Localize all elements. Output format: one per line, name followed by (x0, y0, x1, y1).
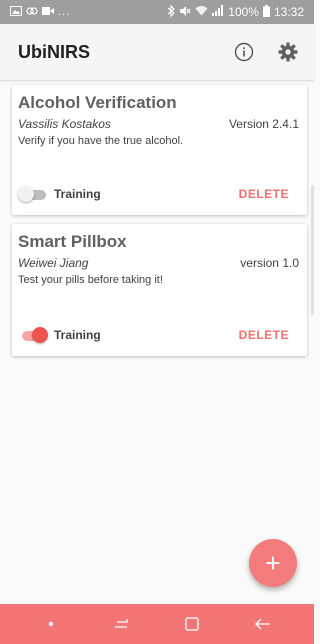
training-switch[interactable] (18, 327, 48, 343)
battery-icon (262, 4, 270, 20)
scroll-indicator (311, 185, 314, 315)
card-meta: Weiwei Jiang version 1.0 (18, 256, 299, 270)
add-app-fab[interactable]: + (249, 539, 297, 587)
switch-knob (18, 186, 34, 202)
card-meta: Vassilis Kostakos Version 2.4.1 (18, 117, 299, 131)
plus-icon: + (265, 547, 281, 578)
status-time: 13:32 (273, 5, 304, 19)
card-description: Test your pills before taking it! (18, 274, 163, 286)
app-title: UbiNIRS (18, 41, 90, 62)
delete-button[interactable]: DELETE (237, 326, 299, 344)
app-card-smart-pillbox[interactable]: Smart Pillbox Weiwei Jiang version 1.0 T… (12, 224, 307, 356)
status-bar-left: ... (10, 5, 71, 19)
battery-percent: 100% (228, 5, 259, 19)
info-icon[interactable] (232, 40, 256, 64)
app-bar-actions (232, 40, 300, 64)
training-label: Training (54, 187, 101, 201)
card-title: Alcohol Verification (18, 93, 177, 112)
training-toggle[interactable]: Training (18, 186, 101, 202)
app-bar: UbiNIRS (0, 24, 314, 80)
recent-apps-icon[interactable] (102, 604, 142, 644)
wifi-icon (195, 5, 208, 19)
card-author: Weiwei Jiang (18, 256, 89, 270)
bluetooth-icon (167, 4, 176, 20)
card-version: Version 2.4.1 (228, 117, 299, 131)
link-icon (26, 6, 38, 19)
card-description: Verify if you have the true alcohol. (18, 135, 184, 147)
settings-gear-icon[interactable] (276, 40, 300, 64)
status-overflow: ... (58, 6, 71, 18)
switch-knob (32, 327, 48, 343)
home-icon[interactable] (172, 604, 212, 644)
status-bar-right: 100% 13:32 (167, 4, 304, 20)
training-toggle[interactable]: Training (18, 327, 101, 343)
app-card-alcohol-verification[interactable]: Alcohol Verification Vassilis Kostakos V… (12, 85, 307, 215)
training-label: Training (54, 328, 101, 342)
mute-icon (179, 5, 191, 20)
back-icon[interactable] (243, 604, 283, 644)
signal-icon (212, 5, 224, 19)
system-nav-bar (0, 604, 314, 644)
gallery-icon (10, 5, 22, 19)
card-actions: Training DELETE (18, 326, 299, 344)
card-author: Vassilis Kostakos (18, 117, 111, 131)
card-version: version 1.0 (240, 256, 299, 270)
dot-icon[interactable] (31, 604, 71, 644)
delete-button[interactable]: DELETE (237, 185, 299, 203)
card-title: Smart Pillbox (18, 232, 127, 251)
video-icon (42, 6, 54, 19)
card-actions: Training DELETE (18, 185, 299, 203)
training-switch[interactable] (18, 186, 46, 202)
status-bar: ... 100% 13:32 (0, 0, 314, 24)
